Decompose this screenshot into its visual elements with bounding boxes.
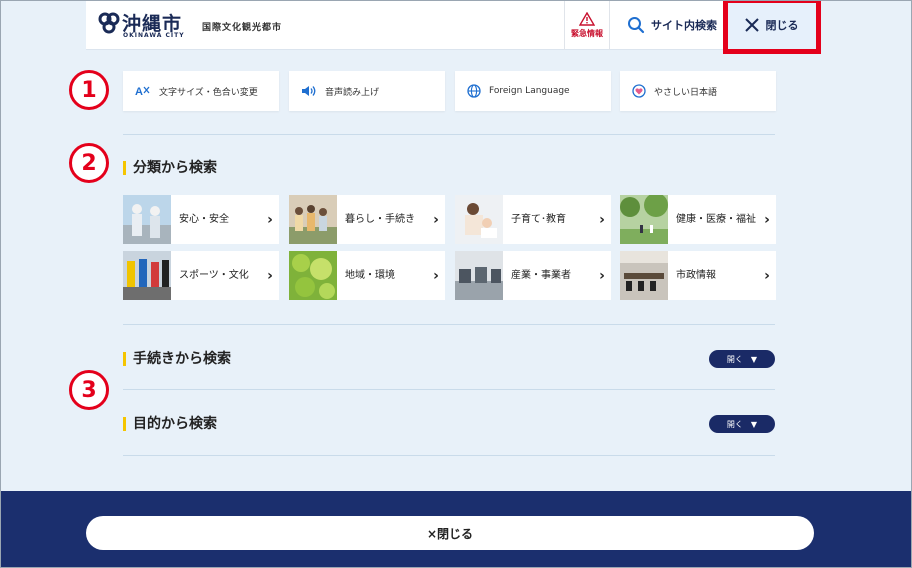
- emergency-info-label: 緊急情報: [571, 28, 603, 38]
- city-emblem-icon: [98, 12, 120, 34]
- chevron-right-icon: ›: [267, 211, 273, 228]
- purpose-open-toggle[interactable]: 開く ▼: [709, 415, 775, 433]
- section-divider: [123, 324, 775, 325]
- globe-icon: [467, 84, 481, 98]
- category-childcare-image: [455, 195, 503, 244]
- close-icon: [744, 18, 759, 32]
- procedure-open-toggle[interactable]: 開く ▼: [709, 350, 775, 368]
- category-sports[interactable]: スポーツ・文化 ›: [123, 251, 279, 300]
- site-logo-subtitle: OKINAWA CITY: [123, 32, 185, 39]
- read-aloud-label: 音声読み上げ: [325, 87, 380, 98]
- category-community[interactable]: 地域・環境 ›: [289, 251, 445, 300]
- foreign-language-button[interactable]: Foreign Language: [455, 71, 611, 111]
- chevron-right-icon: ›: [599, 267, 605, 284]
- procedure-open-label: 開く: [726, 354, 743, 364]
- category-childcare[interactable]: 子育て･教育 ›: [455, 195, 611, 244]
- site-header: 沖縄市 OKINAWA CITY 国際文化観光都市 緊急情報 サイト内検索 閉じ…: [86, 0, 818, 50]
- category-health-label: 健康・医療・福祉: [676, 214, 756, 225]
- chevron-right-icon: ›: [599, 211, 605, 228]
- heart-icon: [632, 84, 646, 98]
- category-safety[interactable]: 安心・安全 ›: [123, 195, 279, 244]
- caret-down-icon: ▼: [750, 354, 758, 364]
- category-industry-image: [455, 251, 503, 300]
- speaker-icon: [302, 86, 316, 96]
- category-living-image: [289, 195, 337, 244]
- close-menu-button[interactable]: 閉じる: [724, 0, 818, 50]
- read-aloud-button[interactable]: 音声読み上げ: [289, 71, 445, 111]
- text-size-icon: A: [135, 86, 150, 98]
- category-city-admin-label: 市政情報: [676, 270, 716, 281]
- category-health[interactable]: 健康・医療・福祉 ›: [620, 195, 776, 244]
- section-divider: [123, 455, 775, 456]
- close-menu-bottom-button[interactable]: ×閉じる: [86, 516, 814, 550]
- category-safety-image: [123, 195, 171, 244]
- emergency-info-button[interactable]: 緊急情報: [564, 0, 610, 50]
- category-industry[interactable]: 産業・事業者 ›: [455, 251, 611, 300]
- text-size-color-button[interactable]: A 文字サイズ・色合い変更: [123, 71, 279, 111]
- procedure-search-title: 手続きから検索: [123, 351, 231, 367]
- category-city-admin[interactable]: 市政情報 ›: [620, 251, 776, 300]
- site-search-button[interactable]: サイト内検索: [620, 0, 724, 50]
- category-living-label: 暮らし・手続き: [345, 214, 415, 225]
- chevron-right-icon: ›: [764, 267, 770, 284]
- category-search-title: 分類から検索: [123, 160, 217, 176]
- category-sports-image: [123, 251, 171, 300]
- purpose-search-title: 目的から検索: [123, 416, 217, 432]
- close-menu-label: 閉じる: [765, 19, 799, 32]
- category-safety-label: 安心・安全: [179, 214, 229, 225]
- category-childcare-label: 子育て･教育: [511, 214, 566, 225]
- category-sports-label: スポーツ・文化: [179, 270, 249, 281]
- svg-text:A: A: [135, 86, 143, 98]
- search-icon: [628, 17, 645, 34]
- purpose-open-label: 開く: [726, 419, 743, 429]
- category-community-image: [289, 251, 337, 300]
- category-health-image: [620, 195, 668, 244]
- site-tagline: 国際文化観光都市: [202, 23, 283, 33]
- category-community-label: 地域・環境: [345, 270, 395, 281]
- easy-japanese-label: やさしい日本語: [654, 87, 718, 98]
- text-size-color-label: 文字サイズ・色合い変更: [159, 87, 258, 98]
- chevron-right-icon: ›: [267, 267, 273, 284]
- category-industry-label: 産業・事業者: [511, 270, 571, 281]
- warning-icon: [579, 11, 595, 26]
- easy-japanese-button[interactable]: やさしい日本語: [620, 71, 776, 111]
- marker-1: 1: [69, 70, 109, 110]
- section-divider: [123, 389, 775, 390]
- chevron-right-icon: ›: [764, 211, 770, 228]
- foreign-language-label: Foreign Language: [489, 86, 570, 96]
- chevron-right-icon: ›: [433, 267, 439, 284]
- marker-2: 2: [69, 143, 109, 183]
- chevron-right-icon: ›: [433, 211, 439, 228]
- marker-3: 3: [69, 370, 109, 410]
- category-living[interactable]: 暮らし・手続き ›: [289, 195, 445, 244]
- caret-down-icon: ▼: [750, 419, 758, 429]
- section-divider: [123, 134, 775, 135]
- category-city-admin-image: [620, 251, 668, 300]
- site-search-label: サイト内検索: [651, 19, 717, 32]
